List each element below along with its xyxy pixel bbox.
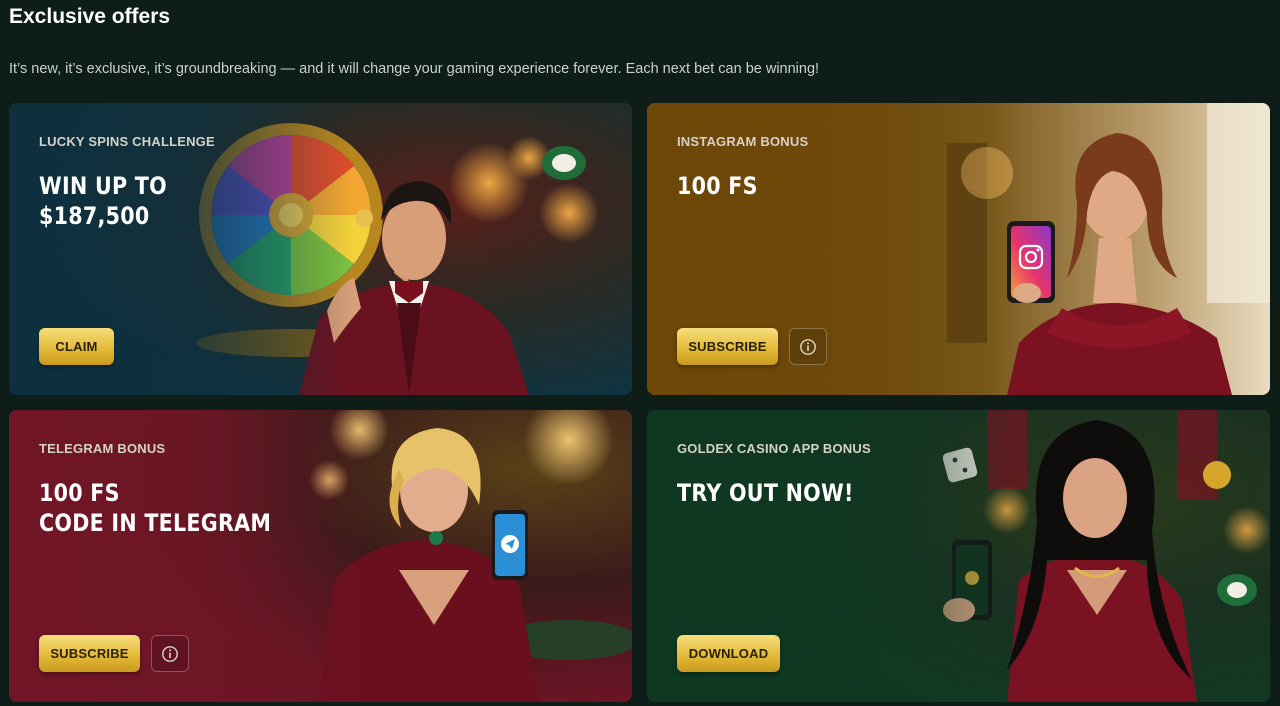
info-icon bbox=[162, 645, 178, 662]
offer-label: INSTAGRAM BONUS bbox=[677, 134, 809, 149]
claim-button[interactable]: CLAIM bbox=[39, 328, 114, 365]
offer-card-instagram[interactable]: INSTAGRAM BONUS 100 FS SUBSCRIBE bbox=[647, 103, 1270, 395]
info-button[interactable] bbox=[151, 635, 189, 672]
offer-headline: TRY OUT NOW! bbox=[677, 479, 854, 507]
info-icon bbox=[800, 338, 816, 355]
offer-card-lucky-spins[interactable]: LUCKY SPINS CHALLENGE WIN UP TO $187,500… bbox=[9, 103, 632, 395]
page-title: Exclusive offers bbox=[9, 5, 171, 28]
offer-label: LUCKY SPINS CHALLENGE bbox=[39, 134, 215, 149]
offer-card-telegram[interactable]: TELEGRAM BONUS 100 FS CODE IN TELEGRAM S… bbox=[9, 410, 632, 702]
offer-label: GOLDEX CASINO APP BONUS bbox=[677, 441, 871, 456]
offer-headline: 100 FS CODE IN TELEGRAM bbox=[39, 479, 272, 537]
info-button[interactable] bbox=[789, 328, 827, 365]
page-subtitle: It’s new, it’s exclusive, it’s groundbre… bbox=[9, 61, 820, 77]
offer-headline: 100 FS bbox=[677, 172, 758, 200]
download-button[interactable]: DOWNLOAD bbox=[677, 635, 780, 672]
offer-label: TELEGRAM BONUS bbox=[39, 441, 166, 456]
subscribe-button[interactable]: SUBSCRIBE bbox=[677, 328, 778, 365]
offer-card-app[interactable]: GOLDEX CASINO APP BONUS TRY OUT NOW! DOW… bbox=[647, 410, 1270, 702]
subscribe-button[interactable]: SUBSCRIBE bbox=[39, 635, 140, 672]
offer-headline: WIN UP TO $187,500 bbox=[39, 172, 167, 230]
